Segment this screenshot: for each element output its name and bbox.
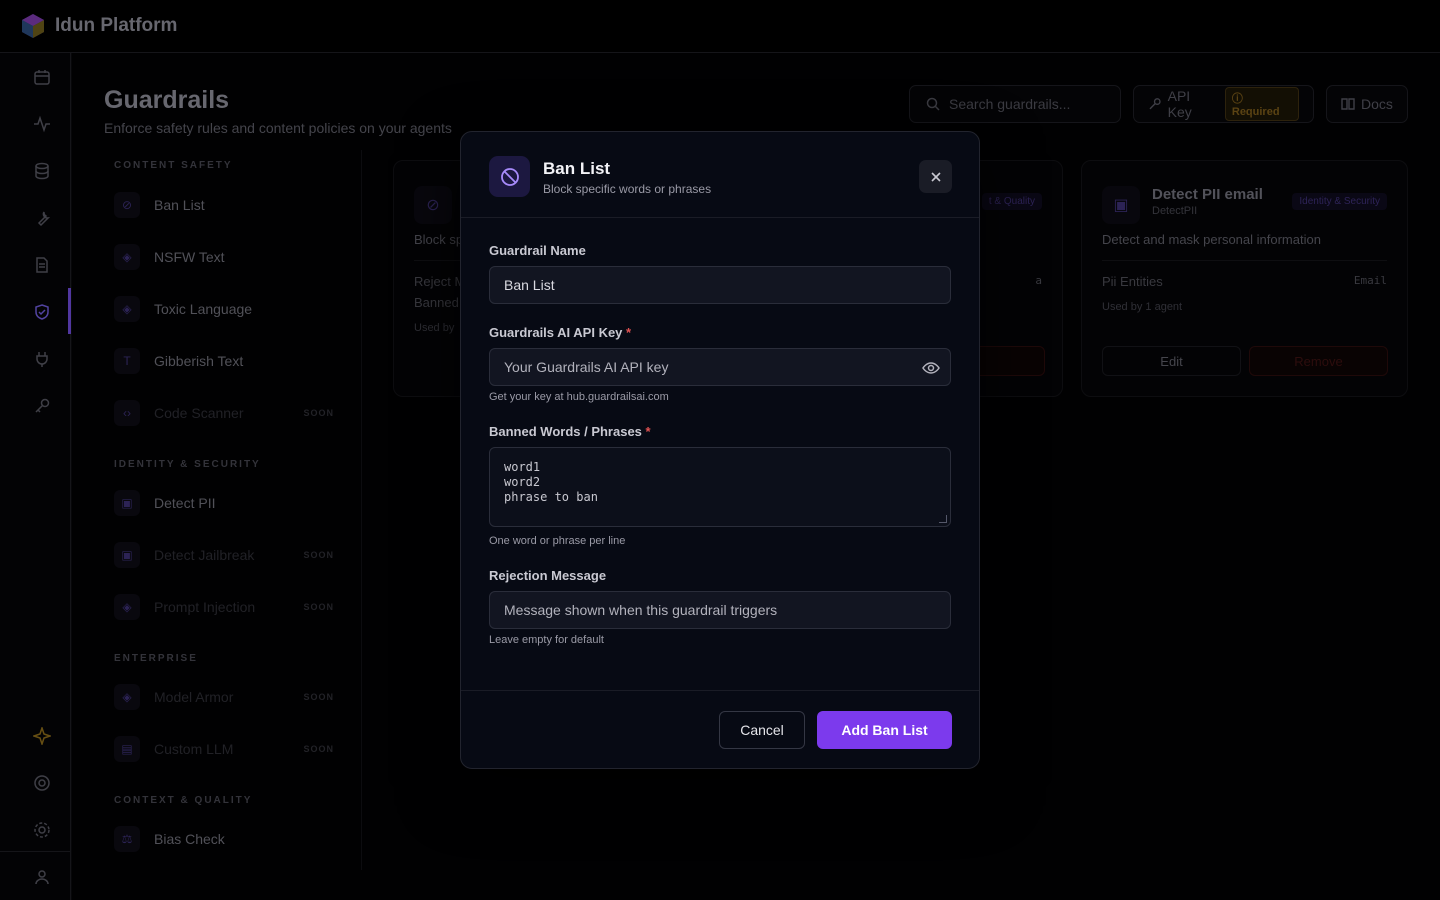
ban-icon	[489, 156, 530, 197]
add-guardrail-dialog: Ban List Block specific words or phrases…	[460, 131, 980, 769]
textarea-placeholder: word1 word2 phrase to ban	[504, 460, 598, 504]
banned-words-label: Banned Words / Phrases *	[489, 424, 651, 439]
eye-icon[interactable]	[922, 359, 940, 377]
resize-handle[interactable]	[939, 515, 947, 523]
close-button[interactable]	[919, 160, 952, 193]
dialog-footer: Cancel Add Ban List	[461, 690, 979, 770]
input-placeholder: Message shown when this guardrail trigge…	[504, 602, 778, 618]
required-mark: *	[626, 325, 632, 340]
label-text: Guardrails AI API Key	[489, 325, 623, 340]
label-text: Rejection Message	[489, 568, 607, 583]
rejection-message-input[interactable]: Message shown when this guardrail trigge…	[489, 591, 951, 629]
input-placeholder: Your Guardrails AI API key	[504, 359, 669, 375]
guardrail-name-input[interactable]: Ban List	[489, 266, 951, 304]
required-mark: *	[645, 424, 651, 439]
api-key-input[interactable]: Your Guardrails AI API key	[489, 348, 951, 386]
close-icon	[930, 171, 941, 182]
label-text: Banned Words / Phrases	[489, 424, 642, 439]
dialog-title: Ban List	[543, 159, 611, 178]
banned-words-hint: One word or phrase per line	[489, 535, 626, 547]
guardrail-name-label: Guardrail Name	[489, 243, 586, 258]
api-key-label: Guardrails AI API Key *	[489, 325, 631, 340]
rejection-message-label: Rejection Message	[489, 568, 606, 583]
rejection-message-hint: Leave empty for default	[489, 634, 604, 646]
add-ban-list-button[interactable]: Add Ban List	[817, 711, 952, 749]
dialog-header: Ban List Block specific words or phrases	[461, 132, 979, 218]
dialog-subtitle: Block specific words or phrases	[543, 182, 712, 196]
banned-words-textarea[interactable]: word1 word2 phrase to ban	[489, 447, 951, 527]
input-value: Ban List	[504, 277, 555, 293]
cancel-button[interactable]: Cancel	[719, 711, 805, 749]
api-key-hint: Get your key at hub.guardrailsai.com	[489, 391, 669, 403]
label-text: Guardrail Name	[489, 243, 586, 258]
